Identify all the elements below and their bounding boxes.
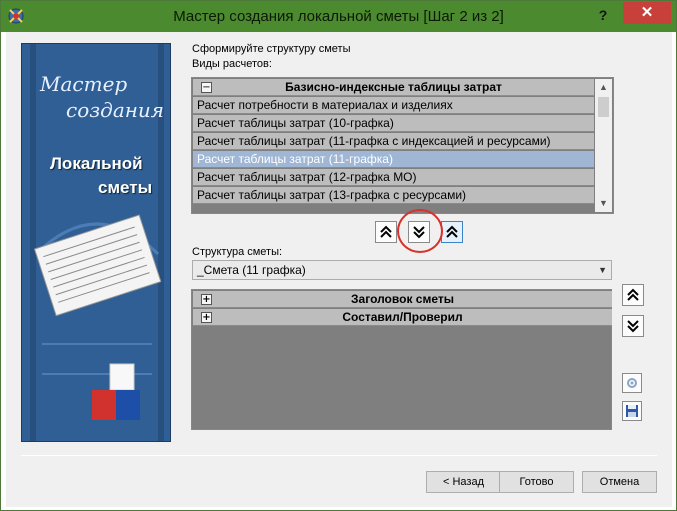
tree-settings-button[interactable] xyxy=(622,373,642,393)
structure-tree[interactable]: + Заголовок сметы + Составил/Проверил xyxy=(191,289,612,430)
structure-select-value: _Смета (11 графка) xyxy=(197,263,306,277)
save-icon xyxy=(626,405,638,417)
highlight-circle xyxy=(397,209,443,253)
list-item[interactable]: Расчет потребности в материалах и издели… xyxy=(193,97,594,114)
expand-icon[interactable]: + xyxy=(201,312,212,323)
double-chevron-down-icon xyxy=(627,320,639,333)
gear-icon xyxy=(627,378,637,388)
save-button[interactable] xyxy=(622,401,642,421)
tree-item-label: Заголовок сметы xyxy=(351,292,454,306)
scroll-thumb[interactable] xyxy=(598,97,609,117)
calc-types-label: Виды расчетов: xyxy=(192,58,272,70)
dialog-client: Мастер создания Локальной сметы Сформиру… xyxy=(6,32,672,507)
calc-group-header[interactable]: − Базисно-индексные таблицы затрат xyxy=(193,79,594,96)
window-title: Мастер создания локальной сметы [Шаг 2 и… xyxy=(173,8,504,25)
structure-select[interactable]: _Смета (11 графка) ▼ xyxy=(192,260,612,280)
help-button[interactable]: ? xyxy=(589,4,617,26)
close-button[interactable]: ✕ xyxy=(623,2,671,24)
double-chevron-up-icon xyxy=(446,225,458,238)
banner-line-4: сметы xyxy=(98,178,153,197)
finish-button[interactable]: Готово xyxy=(499,471,574,493)
scroll-down-icon[interactable]: ▼ xyxy=(595,195,612,212)
chevron-down-icon[interactable]: ▼ xyxy=(598,261,607,279)
banner-line-1: Мастер xyxy=(40,72,128,96)
wizard-banner: Мастер создания Локальной сметы xyxy=(21,43,171,442)
list-item-selected[interactable]: Расчет таблицы затрат (11-графка) xyxy=(193,151,594,168)
back-button[interactable]: < Назад xyxy=(426,471,501,493)
list-item[interactable]: Расчет таблицы затрат (10-графка) xyxy=(193,115,594,132)
list-scrollbar[interactable]: ▲ ▼ xyxy=(595,79,612,212)
calc-types-list[interactable]: − Базисно-индексные таблицы затрат Расче… xyxy=(191,77,614,214)
title-bar[interactable]: Мастер создания локальной сметы [Шаг 2 и… xyxy=(1,1,676,32)
wizard-window: Мастер создания локальной сметы [Шаг 2 и… xyxy=(0,0,677,511)
tree-item-label: Составил/Проверил xyxy=(342,310,463,324)
tree-move-up-button[interactable] xyxy=(622,284,644,306)
tree-item[interactable]: + Составил/Проверил xyxy=(193,309,612,326)
structure-heading: Сформируйте структуру сметы xyxy=(192,43,351,55)
double-chevron-up-icon xyxy=(627,288,639,301)
list-item[interactable]: Расчет таблицы затрат (11-графка с индек… xyxy=(193,133,594,150)
banner-line-2: создания xyxy=(66,98,165,122)
tree-item[interactable]: + Заголовок сметы xyxy=(193,291,612,308)
structure-label: Структура сметы: xyxy=(192,246,283,258)
calc-group-title: Базисно-индексные таблицы затрат xyxy=(285,80,502,94)
double-chevron-up-icon xyxy=(380,225,392,238)
banner-line-3: Локальной xyxy=(50,154,143,173)
move-up-button[interactable] xyxy=(375,221,397,243)
scroll-up-icon[interactable]: ▲ xyxy=(595,79,612,96)
expand-icon[interactable]: + xyxy=(201,294,212,305)
cancel-button[interactable]: Отмена xyxy=(582,471,657,493)
footer-divider xyxy=(21,455,657,456)
tree-move-down-button[interactable] xyxy=(622,315,644,337)
move-top-button[interactable] xyxy=(441,221,463,243)
list-item[interactable]: Расчет таблицы затрат (12-графка МО) xyxy=(193,169,594,186)
list-item[interactable]: Расчет таблицы затрат (13-графка с ресур… xyxy=(193,187,594,204)
